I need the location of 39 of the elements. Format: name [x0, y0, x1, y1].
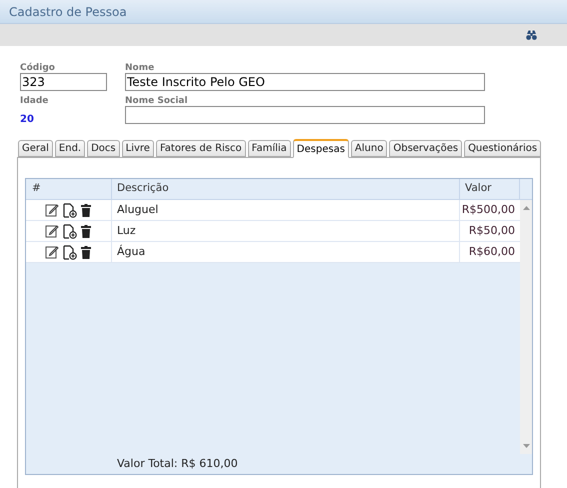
edit-icon[interactable]	[45, 224, 59, 238]
field-label: Idade	[20, 95, 50, 106]
add-document-icon[interactable]	[63, 224, 77, 238]
trash-icon[interactable]	[81, 246, 91, 258]
tab[interactable]: Geral	[18, 140, 53, 157]
code-field[interactable]: 323	[20, 73, 107, 91]
social-name-field[interactable]	[125, 106, 485, 124]
total-value: Valor Total: R$ 610,00	[117, 456, 238, 472]
tab[interactable]: Docs	[87, 140, 120, 157]
add-document-icon[interactable]	[63, 244, 77, 260]
field-label: Código	[20, 62, 56, 73]
tab[interactable]: Despesas	[292, 139, 349, 158]
tab[interactable]: Questionários	[464, 140, 542, 157]
name-field[interactable]: Teste Inscrito Pelo GEO	[125, 73, 485, 91]
table-cell-text: R$60,00	[468, 244, 516, 260]
tab[interactable]: End.	[54, 140, 86, 157]
edit-icon[interactable]	[45, 245, 59, 259]
table-cell: Água	[112, 242, 460, 262]
column-header: Descrição	[112, 179, 460, 199]
table-cell-text: R$50,00	[468, 222, 516, 239]
add-document-icon[interactable]	[63, 202, 77, 218]
tab[interactable]: Fatores de Risco	[156, 140, 246, 157]
field-label: Nome Social	[125, 95, 189, 106]
column-header: #	[26, 179, 112, 199]
table-cell-text: R$500,00	[460, 202, 516, 218]
tab[interactable]: Aluno	[350, 140, 388, 157]
binoculars-icon[interactable]	[526, 30, 537, 40]
trash-icon[interactable]	[81, 204, 91, 216]
column-header: Valor	[460, 179, 520, 199]
age-value: 20	[20, 113, 35, 127]
tab[interactable]: Observações	[389, 140, 462, 157]
tab[interactable]: Livre	[122, 140, 154, 157]
tab[interactable]: Família	[248, 140, 291, 157]
table-cell: Aluguel	[112, 200, 460, 220]
edit-icon[interactable]	[45, 203, 59, 217]
table-cell: Luz	[112, 221, 460, 241]
window-title: Cadastro de Pessoa	[9, 4, 127, 20]
trash-icon[interactable]	[81, 224, 91, 238]
field-label: Nome	[125, 62, 156, 73]
